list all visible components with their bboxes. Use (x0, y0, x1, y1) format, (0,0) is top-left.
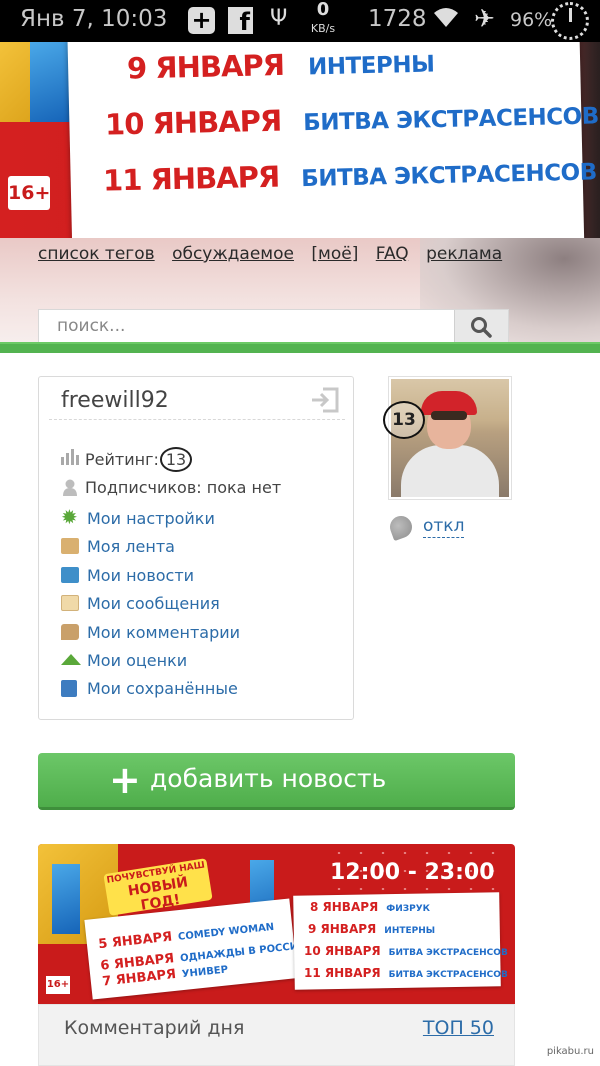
menu-item-label: Мои новости (87, 565, 195, 585)
search-icon (471, 317, 492, 338)
status-counter: 1728 (368, 6, 427, 32)
network-speed-unit: KB/s (310, 22, 336, 35)
facebook-icon: f (228, 7, 253, 36)
battery-level: 96% (510, 9, 553, 31)
banner-row: 10 ЯНВАРЯ БИТВА ЭКСТРАСЕНСОВ (304, 944, 508, 958)
banner-date: 9 ЯНВАРЯ (308, 922, 377, 936)
banner-show: БИТВА ЭКСТРАСЕНСОВ (388, 970, 508, 980)
status-off-icon (386, 512, 416, 542)
top50-link[interactable]: ТОП 50 (423, 1017, 494, 1039)
profile-subscribers: Подписчиков: пока нет (85, 478, 282, 497)
banner-time: 12:00 - 23:00 (330, 860, 495, 885)
banner-row: 9 ЯНВАРЯ ИНТЕРНЫ (308, 922, 435, 936)
banner-row: 8 ЯНВАРЯ ФИЗРУК (310, 900, 430, 914)
banner-gem-decoration (30, 42, 70, 122)
watermark: pikabu.ru (546, 1046, 594, 1057)
banner-date: 10 ЯНВАРЯ (304, 944, 381, 958)
age-rating-badge: 16+ (46, 976, 70, 994)
rating-label: Рейтинг: (85, 450, 159, 469)
envelope-icon (61, 595, 79, 612)
banner-show: ФИЗРУК (386, 904, 431, 914)
battery-ring-icon (551, 2, 589, 40)
rating-value: 13 (159, 447, 193, 472)
profile-rating: Рейтинг: 13 (85, 447, 193, 472)
banner-date: 10 ЯНВАРЯ (104, 103, 282, 142)
ad-banner[interactable]: ПОЧУВСТВУЙ НАШ НОВЫЙ ГОД! 5 ЯНВАРЯ COMEDY… (38, 844, 515, 1004)
nav-link-mine[interactable]: [моё] (311, 244, 358, 264)
banner-date: 11 ЯНВАРЯ (102, 159, 280, 198)
status-datetime: Янв 7, 10:03 (20, 6, 168, 32)
menu-item-label: Моя лента (87, 537, 175, 557)
scroll-icon (61, 538, 79, 555)
profile-username[interactable]: freewill92 (61, 388, 169, 413)
banner-row: 9 ЯНВАРЯ ИНТЕРНЫ (127, 45, 435, 86)
menu-item-label: Мои сохранённые (87, 679, 238, 699)
nav-link-ads[interactable]: реклама (426, 244, 502, 264)
user-icon (63, 479, 77, 496)
header-nav: список тегов обсуждаемое [моё] FAQ рекла… (38, 244, 514, 264)
news-icon (61, 566, 79, 583)
avatar-glasses (431, 411, 467, 420)
network-speed: 0 KB/s (305, 0, 341, 37)
avatar-rating-badge: 13 (383, 401, 425, 439)
banner-show: БИТВА ЭКСТРАСЕНСОВ (388, 948, 508, 958)
wifi-icon (432, 5, 460, 35)
nav-link-faq[interactable]: FAQ (376, 244, 409, 264)
comment-icon (61, 623, 79, 640)
gear-icon: ✹ (61, 505, 78, 529)
search-input[interactable]: поиск... (38, 309, 509, 343)
add-news-button[interactable]: + добавить новость (38, 753, 515, 810)
plus-icon: + (188, 7, 215, 34)
status-bar: Янв 7, 10:03 + f Ψ 0 KB/s 1728 ✈ 96% (0, 0, 600, 42)
banner-date: 9 ЯНВАРЯ (126, 47, 285, 86)
comment-of-day-header: Комментарий дня ТОП 50 (38, 1004, 515, 1066)
banner-show: ИНТЕРНЫ (307, 51, 435, 81)
vote-icon (61, 653, 81, 665)
status-toggle-link[interactable]: откл (423, 515, 465, 538)
avatar-shirt (401, 445, 499, 497)
banner-gem-decoration (52, 864, 80, 934)
banner-show: БИТВА ЭКСТРАСЕНСОВ (300, 159, 598, 193)
search-button[interactable] (454, 310, 508, 342)
banner-show: ИНТЕРНЫ (384, 926, 436, 936)
top-banner[interactable]: 9 ЯНВАРЯ ИНТЕРНЫ 10 ЯНВАРЯ БИТВА ЭКСТРАСЕН… (0, 42, 600, 238)
nav-link-discussed[interactable]: обсуждаемое (172, 244, 294, 264)
banner-date: 11 ЯНВАРЯ (304, 966, 381, 980)
age-rating-badge: 16+ (8, 176, 50, 210)
logout-icon[interactable] (309, 385, 343, 415)
save-icon (61, 680, 77, 698)
menu-item-label: Мои сообщения (87, 594, 220, 614)
network-speed-value: 0 (316, 0, 330, 20)
profile-divider (49, 419, 345, 420)
menu-item-label: Мои настройки (87, 509, 215, 528)
nav-link-tags[interactable]: список тегов (38, 244, 155, 264)
banner-row: 11 ЯНВАРЯ БИТВА ЭКСТРАСЕНСОВ (304, 966, 508, 980)
airplane-icon: ✈ (474, 4, 495, 33)
menu-item-label: Мои оценки (87, 650, 188, 670)
rating-bars-icon (61, 449, 79, 465)
menu-item-label: Мои комментарии (87, 622, 241, 642)
plus-icon: + (109, 758, 141, 802)
usb-icon: Ψ (270, 6, 288, 31)
banner-show: БИТВА ЭКСТРАСЕНСОВ (302, 103, 600, 137)
banner-date: 8 ЯНВАРЯ (310, 900, 379, 914)
add-news-label: добавить новость (150, 764, 387, 793)
comment-of-day-title: Комментарий дня (64, 1017, 245, 1039)
search-placeholder: поиск... (57, 316, 126, 336)
header-divider (0, 342, 600, 353)
profile-card: freewill92 Рейтинг: 13 Подписчиков: пока … (38, 376, 354, 720)
